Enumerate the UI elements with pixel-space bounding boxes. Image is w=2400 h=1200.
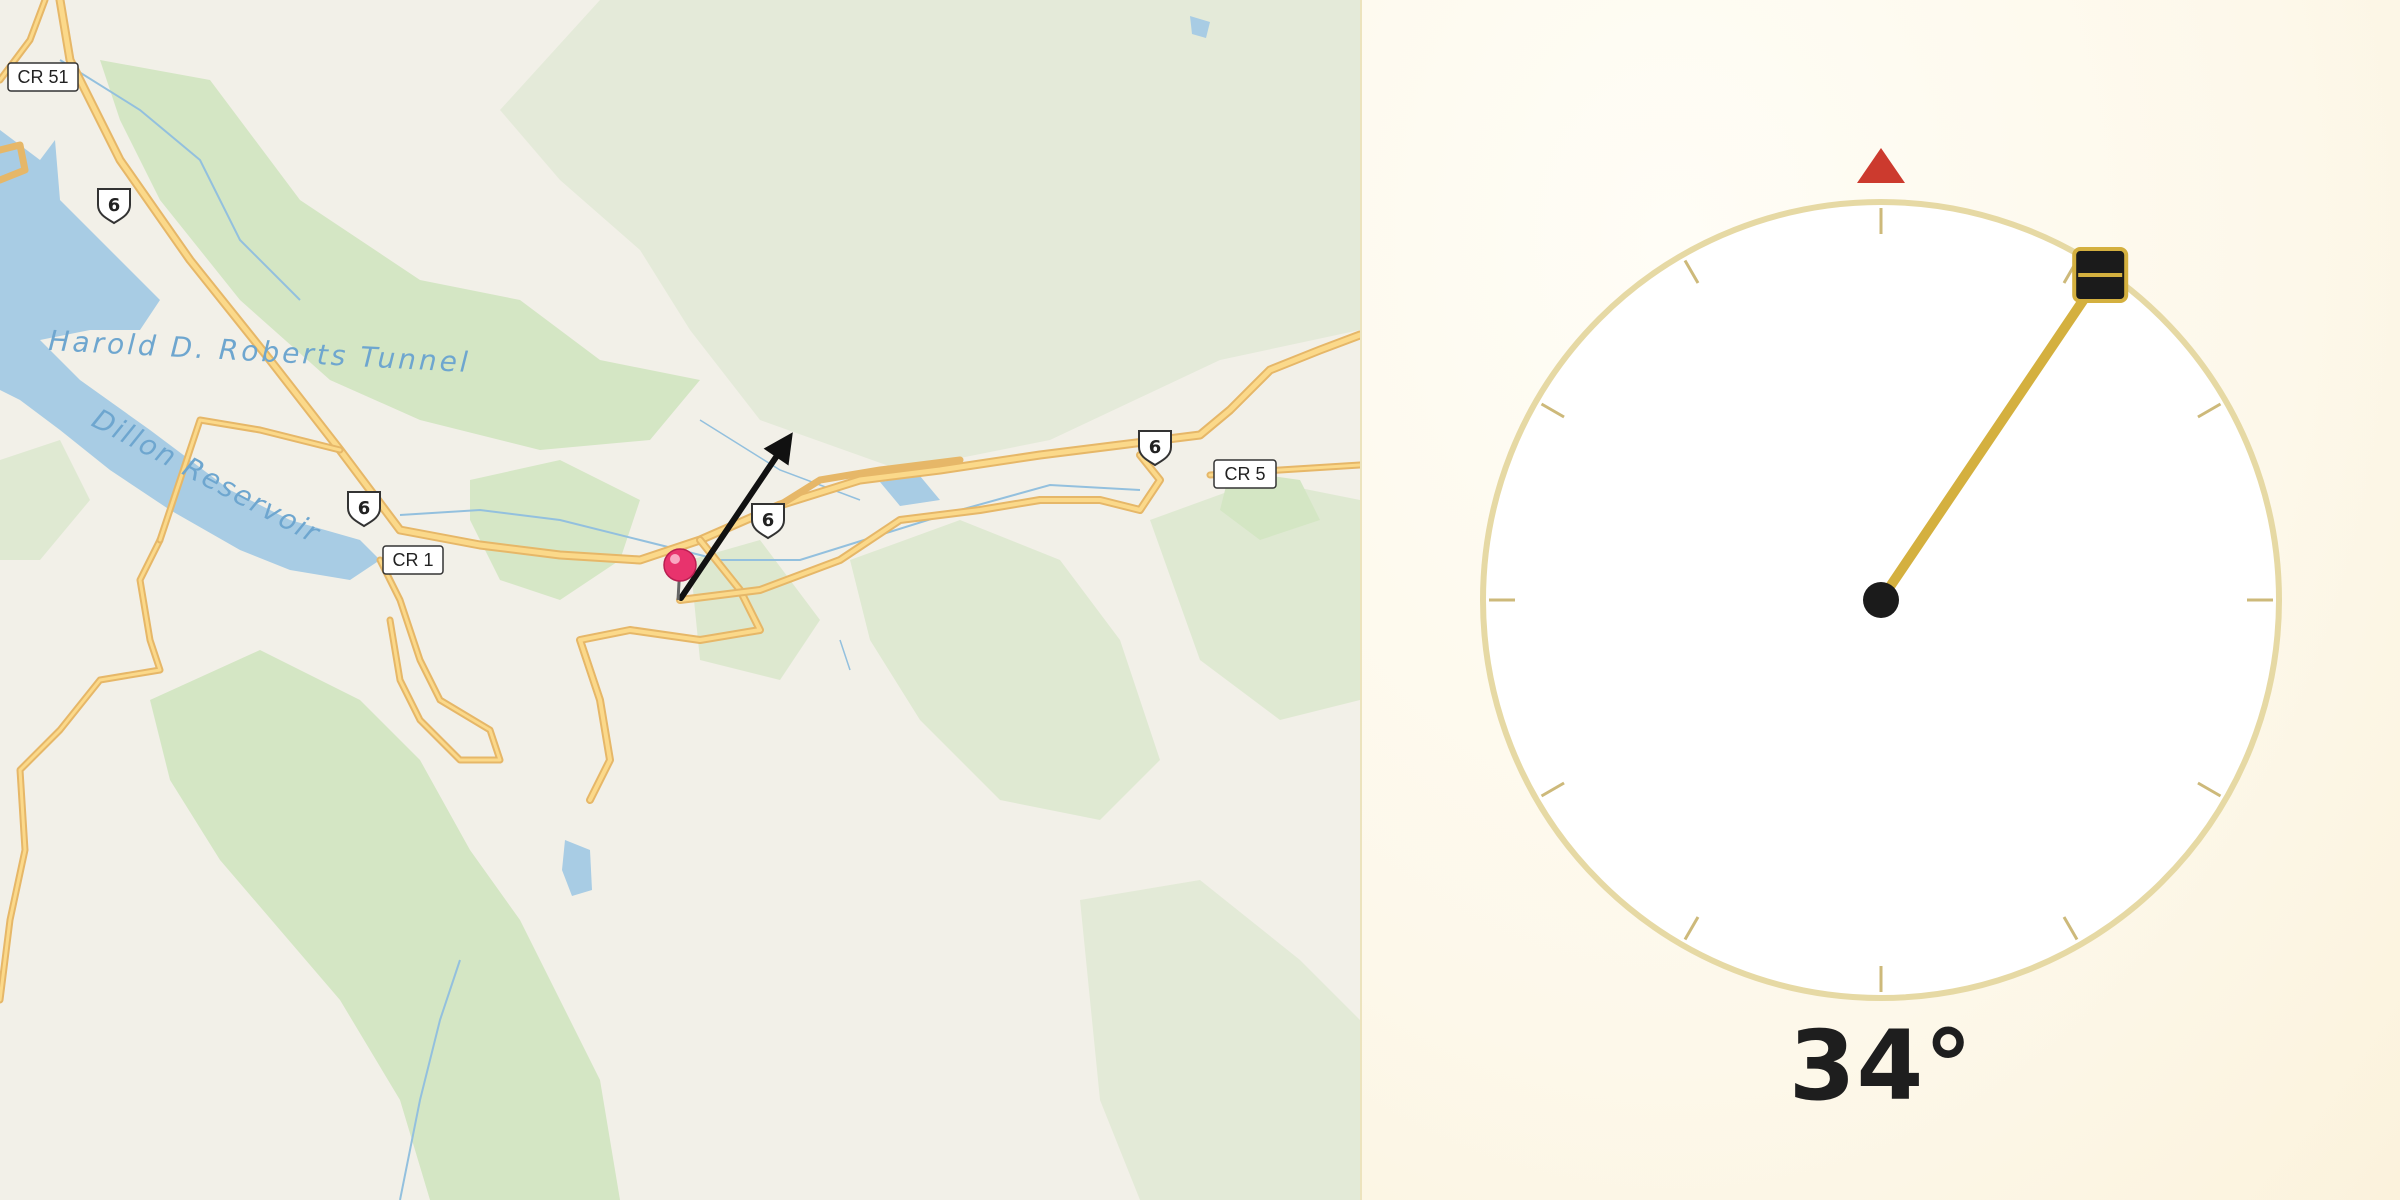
us6-shield: 6 — [347, 491, 381, 528]
cr51-label: CR 51 — [7, 62, 79, 92]
compass-panel: 34° — [1362, 0, 2400, 1200]
north-marker-icon — [1857, 148, 1905, 183]
heading-readout: 34° — [1788, 1010, 1974, 1122]
svg-text:6: 6 — [762, 510, 775, 531]
svg-text:6: 6 — [1149, 437, 1162, 458]
us6-shield: 6 — [97, 188, 131, 225]
needle-handle[interactable] — [2072, 247, 2129, 304]
us6-shield: 6 — [751, 503, 785, 540]
svg-text:CR 51: CR 51 — [17, 67, 68, 87]
svg-text:6: 6 — [358, 498, 371, 519]
svg-text:CR 1: CR 1 — [392, 550, 433, 570]
cr5-label: CR 5 — [1213, 459, 1277, 489]
svg-text:CR 5: CR 5 — [1224, 464, 1265, 484]
location-pin-icon[interactable] — [663, 548, 697, 601]
cr1-label: CR 1 — [382, 545, 444, 575]
needle-pivot — [1863, 582, 1899, 618]
svg-text:6: 6 — [108, 195, 121, 216]
map-canvas: Harold D. Roberts Tunnel Dillon Reservoi… — [0, 0, 1360, 1200]
map-view[interactable]: Harold D. Roberts Tunnel Dillon Reservoi… — [0, 0, 1360, 1200]
